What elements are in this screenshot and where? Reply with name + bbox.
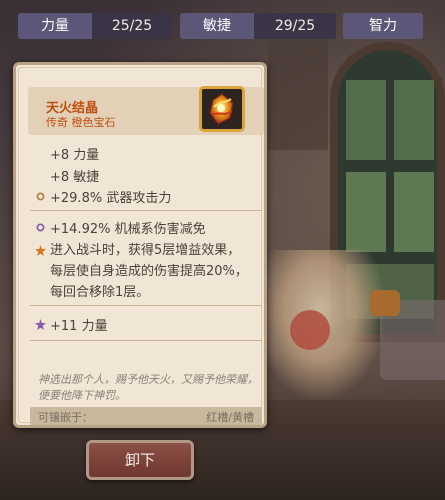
window-pane [346,80,386,160]
stat-value: 29/25 [254,13,336,39]
stat-label: 智力 [343,13,423,39]
stat-strength: 力量 25/25 [18,13,172,39]
orange-star-bullet-icon [35,245,46,256]
window-pane [394,172,434,252]
divider [30,340,262,341]
base-stat-weapon-attack: +29.8% 武器攻击力 [50,191,172,206]
affix-bonus-strength: +11 力量 [50,319,108,334]
unequip-button[interactable]: 卸下 [86,440,194,480]
socket-label: 可镶嵌于： [38,411,93,424]
stat-bar: 力量 25/25 敏捷 29/25 智力 [0,13,445,39]
socket-value: 红槽/黄槽 [206,411,254,424]
wall-frame [268,30,328,150]
base-stat-strength: +8 力量 [50,148,100,163]
socket-info: 可镶嵌于： 红槽/黄槽 [30,407,262,425]
stat-value: 25/25 [92,13,172,39]
ring-bullet-icon [36,192,45,201]
base-stat-agility: +8 敏捷 [50,170,100,185]
fire-crystal-gem-icon [199,86,245,132]
item-tooltip-card: 天火结晶 传奇 橙色宝石 +8 力量 +8 敏捷 +29.8% 武器攻击力 +1… [13,62,267,428]
purple-star-bullet-icon [35,319,46,330]
window-pane [394,80,434,160]
affix-damage-reduction: +14.92% 机械系伤害减免 [50,222,206,237]
stat-label: 敏捷 [180,13,254,39]
window-pane [346,172,386,252]
divider [30,210,262,211]
affix-special-effect: 进入战斗时，获得5层增益效果，每层使自身造成的伤害提高20%，每回合移除1层。 [50,243,248,300]
lamp [370,290,400,316]
character-ribbon [290,310,330,350]
divider [30,305,262,306]
flavor-text: 神选出那个人，赐予他天火，又赐予他荣耀，便要他降下神罚。 [38,373,258,402]
stat-agility: 敏捷 29/25 [180,13,336,39]
stat-label: 力量 [18,13,92,39]
purple-ring-bullet-icon [36,223,45,232]
stat-intelligence: 智力 [343,13,423,39]
item-rarity: 传奇 橙色宝石 [46,116,116,129]
